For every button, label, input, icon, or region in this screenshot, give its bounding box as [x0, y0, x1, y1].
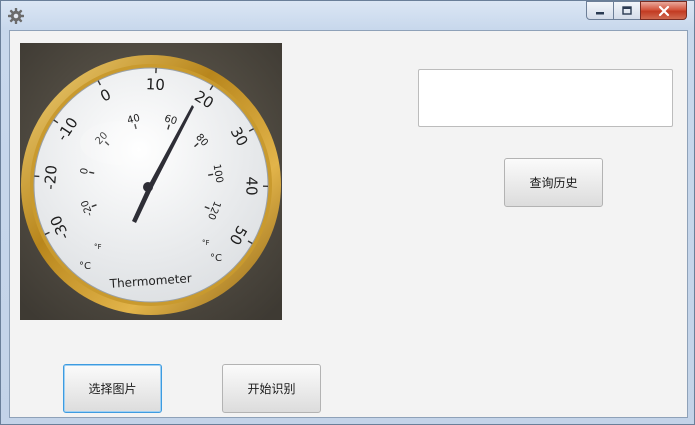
- close-icon: [658, 5, 669, 16]
- select-image-button[interactable]: 选择图片: [63, 364, 162, 413]
- start-recognition-button[interactable]: 开始识别: [222, 364, 321, 413]
- celsius-tick-label: 40: [242, 176, 260, 195]
- result-text-area[interactable]: [418, 69, 673, 127]
- maximize-button[interactable]: [613, 1, 641, 20]
- minimize-button[interactable]: [586, 1, 614, 20]
- image-view: -30 -20 -10 0 10 20 30 40 50 -20 0 20 40 60 80 100 120 …: [20, 43, 282, 320]
- fahrenheit-tick-mark: [208, 173, 214, 176]
- celsius-unit-right: °C: [210, 253, 222, 264]
- app-window: -30 -20 -10 0 10 20 30 40 50 -20 0 20 40 60 80 100 120 …: [0, 0, 695, 425]
- close-button[interactable]: [640, 1, 687, 20]
- query-history-button[interactable]: 查询历史: [504, 158, 603, 207]
- fahrenheit-unit: °F: [94, 243, 102, 251]
- fahrenheit-tick-mark: [89, 171, 95, 174]
- minimize-icon: [596, 11, 604, 14]
- thermometer-image: -30-20-1001020304050 -2002040 6080100120 …: [20, 43, 282, 320]
- celsius-unit: °C: [79, 261, 91, 272]
- content-pane: -30 -20 -10 0 10 20 30 40 50 -20 0 20 40 60 80 100 120 …: [9, 30, 688, 418]
- gear-icon[interactable]: [7, 7, 25, 25]
- title-bar[interactable]: [1, 1, 694, 29]
- needle-hub: [143, 182, 153, 192]
- fahrenheit-unit-right: °F: [202, 239, 210, 247]
- celsius-tick-label: 10: [145, 75, 165, 94]
- celsius-tick-label: -20: [41, 164, 61, 190]
- maximize-icon: [622, 5, 632, 15]
